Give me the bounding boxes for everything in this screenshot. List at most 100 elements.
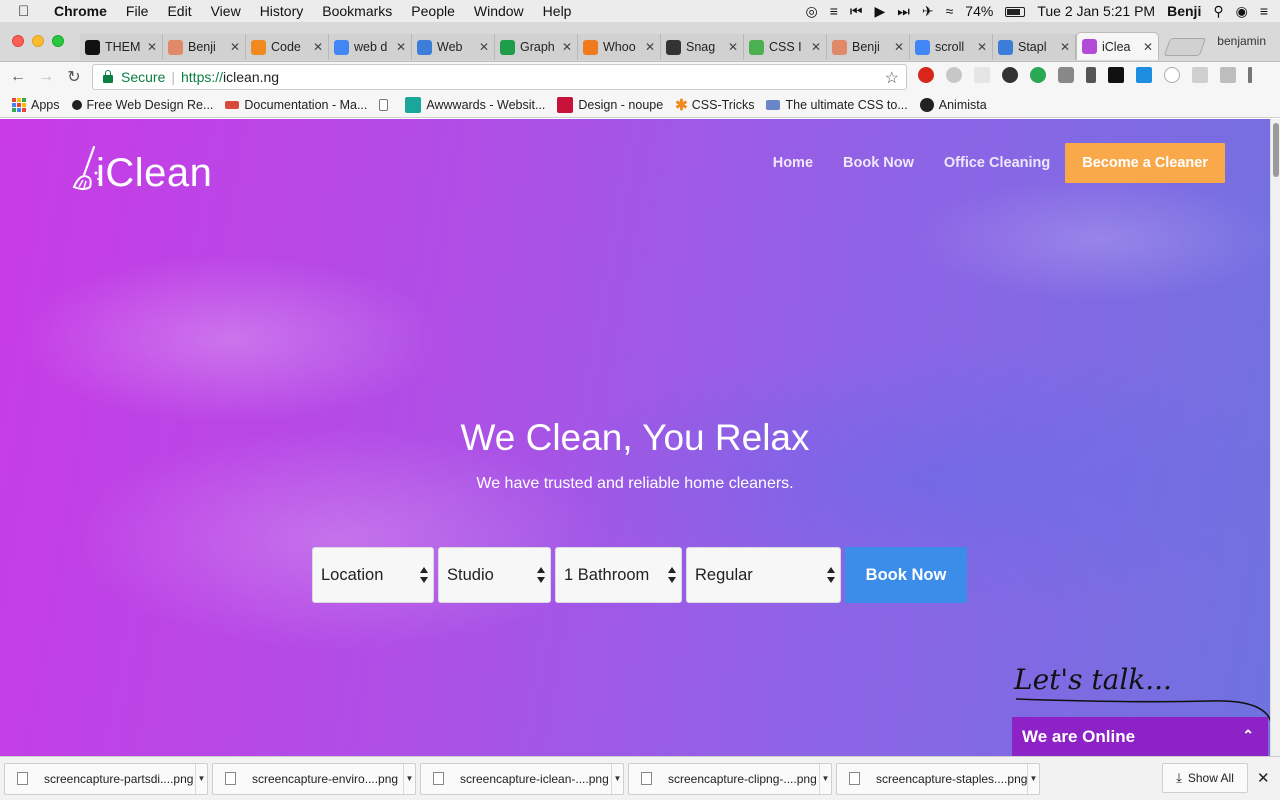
download-item[interactable]: screencapture-staples....png ▼ bbox=[836, 762, 1040, 795]
ex-icon[interactable] bbox=[974, 67, 990, 83]
browser-tab[interactable]: CSS I ✕ bbox=[744, 34, 827, 60]
browser-tab[interactable]: iClea ✕ bbox=[1076, 32, 1159, 60]
browser-tab[interactable]: Code ✕ bbox=[246, 34, 329, 60]
send-icon[interactable] bbox=[1192, 67, 1208, 83]
menu-history[interactable]: History bbox=[260, 3, 304, 19]
download-menu-caret-icon[interactable]: ▼ bbox=[195, 763, 207, 794]
cursor-icon[interactable] bbox=[1108, 67, 1124, 83]
location-select[interactable]: Location bbox=[312, 547, 434, 603]
site-logo[interactable]: iClean bbox=[70, 143, 212, 193]
nav-home[interactable]: Home bbox=[773, 155, 813, 171]
eyedropper-icon[interactable] bbox=[1086, 67, 1096, 83]
book-now-button[interactable]: Book Now bbox=[845, 547, 967, 603]
download-menu-caret-icon[interactable]: ▼ bbox=[611, 763, 623, 794]
bookmark-ultimate-css[interactable]: The ultimate CSS to... bbox=[766, 98, 908, 112]
apple-menu-icon[interactable]:  bbox=[18, 3, 40, 20]
menu-edit[interactable]: Edit bbox=[167, 3, 191, 19]
minimize-window-button[interactable] bbox=[32, 35, 44, 47]
list-icon[interactable]: ≡ bbox=[830, 3, 838, 19]
close-tab-icon[interactable]: ✕ bbox=[313, 40, 323, 54]
close-tab-icon[interactable]: ✕ bbox=[977, 40, 987, 54]
close-tab-icon[interactable]: ✕ bbox=[1143, 40, 1153, 54]
address-bar[interactable]: Secure | https:// iclean.ng ☆ bbox=[92, 64, 907, 90]
browser-tab[interactable]: Web ✕ bbox=[412, 34, 495, 60]
camera-icon[interactable] bbox=[1058, 67, 1074, 83]
download-menu-caret-icon[interactable]: ▼ bbox=[819, 763, 831, 794]
bookmark-documentation[interactable]: Documentation - Ma... bbox=[225, 98, 367, 112]
spotlight-icon[interactable]: ⚲ bbox=[1213, 3, 1223, 20]
download-item[interactable]: screencapture-iclean-....png ▼ bbox=[420, 762, 624, 795]
media-next-icon[interactable]: ⏭ bbox=[897, 3, 910, 20]
bookmark-animista[interactable]: Animista bbox=[919, 97, 987, 112]
sync-icon[interactable]: ◎ bbox=[805, 3, 817, 20]
wifi-icon[interactable]: ≈ bbox=[946, 3, 954, 19]
bookmark-noupe[interactable]: Design - noupe bbox=[557, 96, 663, 113]
menu-view[interactable]: View bbox=[211, 3, 241, 19]
menu-app-name[interactable]: Chrome bbox=[54, 3, 107, 19]
drive-icon[interactable] bbox=[1220, 67, 1236, 83]
download-menu-caret-icon[interactable]: ▼ bbox=[1027, 763, 1039, 794]
browser-tab[interactable]: Stapl ✕ bbox=[993, 34, 1076, 60]
media-play-icon[interactable]: ▶ bbox=[874, 3, 885, 20]
nav-office-cleaning[interactable]: Office Cleaning bbox=[944, 155, 1050, 171]
become-cleaner-button[interactable]: Become a Cleaner bbox=[1065, 143, 1225, 183]
back-button[interactable]: ← bbox=[4, 68, 32, 86]
apartment-type-select[interactable]: Studio bbox=[438, 547, 551, 603]
close-tab-icon[interactable]: ✕ bbox=[645, 40, 655, 54]
download-menu-caret-icon[interactable]: ▼ bbox=[403, 763, 415, 794]
bookmark-star-icon[interactable]: ☆ bbox=[885, 68, 899, 88]
close-tab-icon[interactable]: ✕ bbox=[147, 40, 157, 54]
menu-people[interactable]: People bbox=[411, 3, 455, 19]
browser-tab[interactable]: Benji ✕ bbox=[827, 34, 910, 60]
menu-file[interactable]: File bbox=[126, 3, 149, 19]
bathrooms-select[interactable]: 1 Bathroom bbox=[555, 547, 682, 603]
browser-tab[interactable]: Graph ✕ bbox=[495, 34, 578, 60]
close-tab-icon[interactable]: ✕ bbox=[396, 40, 406, 54]
siri-icon[interactable]: ◉ bbox=[1236, 3, 1248, 20]
download-item[interactable]: screencapture-enviro....png ▼ bbox=[212, 762, 416, 795]
bookmark-awwwards[interactable]: Awwwards - Websit... bbox=[405, 96, 545, 113]
close-tab-icon[interactable]: ✕ bbox=[811, 40, 821, 54]
profile-name[interactable]: benjamin bbox=[1217, 34, 1266, 48]
scrollbar-thumb[interactable] bbox=[1273, 123, 1279, 177]
chrome-menu-icon[interactable] bbox=[1248, 67, 1252, 83]
clock[interactable]: Tue 2 Jan 5:21 PM bbox=[1037, 3, 1155, 19]
close-tab-icon[interactable]: ✕ bbox=[230, 40, 240, 54]
battery-icon[interactable] bbox=[1005, 3, 1026, 19]
reload-button[interactable]: ↻ bbox=[60, 67, 88, 87]
menu-bookmarks[interactable]: Bookmarks bbox=[322, 3, 392, 19]
close-window-button[interactable] bbox=[12, 35, 24, 47]
close-tab-icon[interactable]: ✕ bbox=[728, 40, 738, 54]
adblock-icon[interactable] bbox=[918, 67, 934, 83]
show-all-downloads-button[interactable]: ⤓ Show All bbox=[1162, 763, 1248, 793]
browser-tab[interactable]: Whoo ✕ bbox=[578, 34, 661, 60]
browser-tab[interactable]: Benji ✕ bbox=[163, 34, 246, 60]
download-item[interactable]: screencapture-clipng-....png ▼ bbox=[628, 762, 832, 795]
wordpress-green-icon[interactable] bbox=[1030, 67, 1046, 83]
flux-icon[interactable]: ✈ bbox=[922, 3, 934, 20]
bookmark-apps[interactable]: Apps bbox=[12, 97, 60, 112]
bookmark-page[interactable] bbox=[379, 98, 393, 111]
frequency-select[interactable]: Regular bbox=[686, 547, 841, 603]
media-prev-icon[interactable]: ⏮ bbox=[850, 3, 863, 20]
page-scrollbar[interactable] bbox=[1270, 119, 1280, 756]
close-tab-icon[interactable]: ✕ bbox=[894, 40, 904, 54]
bookmark-css-tricks[interactable]: ✱ CSS-Tricks bbox=[675, 96, 754, 114]
frame-icon[interactable] bbox=[1136, 67, 1152, 83]
browser-tab[interactable]: scroll ✕ bbox=[910, 34, 993, 60]
battery-percent[interactable]: 74% bbox=[965, 3, 993, 19]
close-shelf-icon[interactable]: ✕ bbox=[1257, 769, 1270, 787]
loading-circle-icon[interactable] bbox=[1164, 67, 1180, 83]
new-tab-button[interactable] bbox=[1163, 38, 1207, 56]
chevron-up-icon[interactable]: ⌃ bbox=[1242, 727, 1254, 744]
notification-center-icon[interactable]: ≡ bbox=[1260, 3, 1268, 19]
browser-tab[interactable]: THEM ✕ bbox=[80, 34, 163, 60]
wordpress-icon[interactable] bbox=[946, 67, 962, 83]
forward-button[interactable]: → bbox=[32, 68, 60, 86]
nav-book-now[interactable]: Book Now bbox=[843, 155, 914, 171]
user-name[interactable]: Benji bbox=[1167, 3, 1201, 19]
camera-lens-icon[interactable] bbox=[1002, 67, 1018, 83]
close-tab-icon[interactable]: ✕ bbox=[479, 40, 489, 54]
download-item[interactable]: screencapture-partsdi....png ▼ bbox=[4, 762, 208, 795]
bookmark-free-web-design[interactable]: Free Web Design Re... bbox=[71, 98, 213, 112]
